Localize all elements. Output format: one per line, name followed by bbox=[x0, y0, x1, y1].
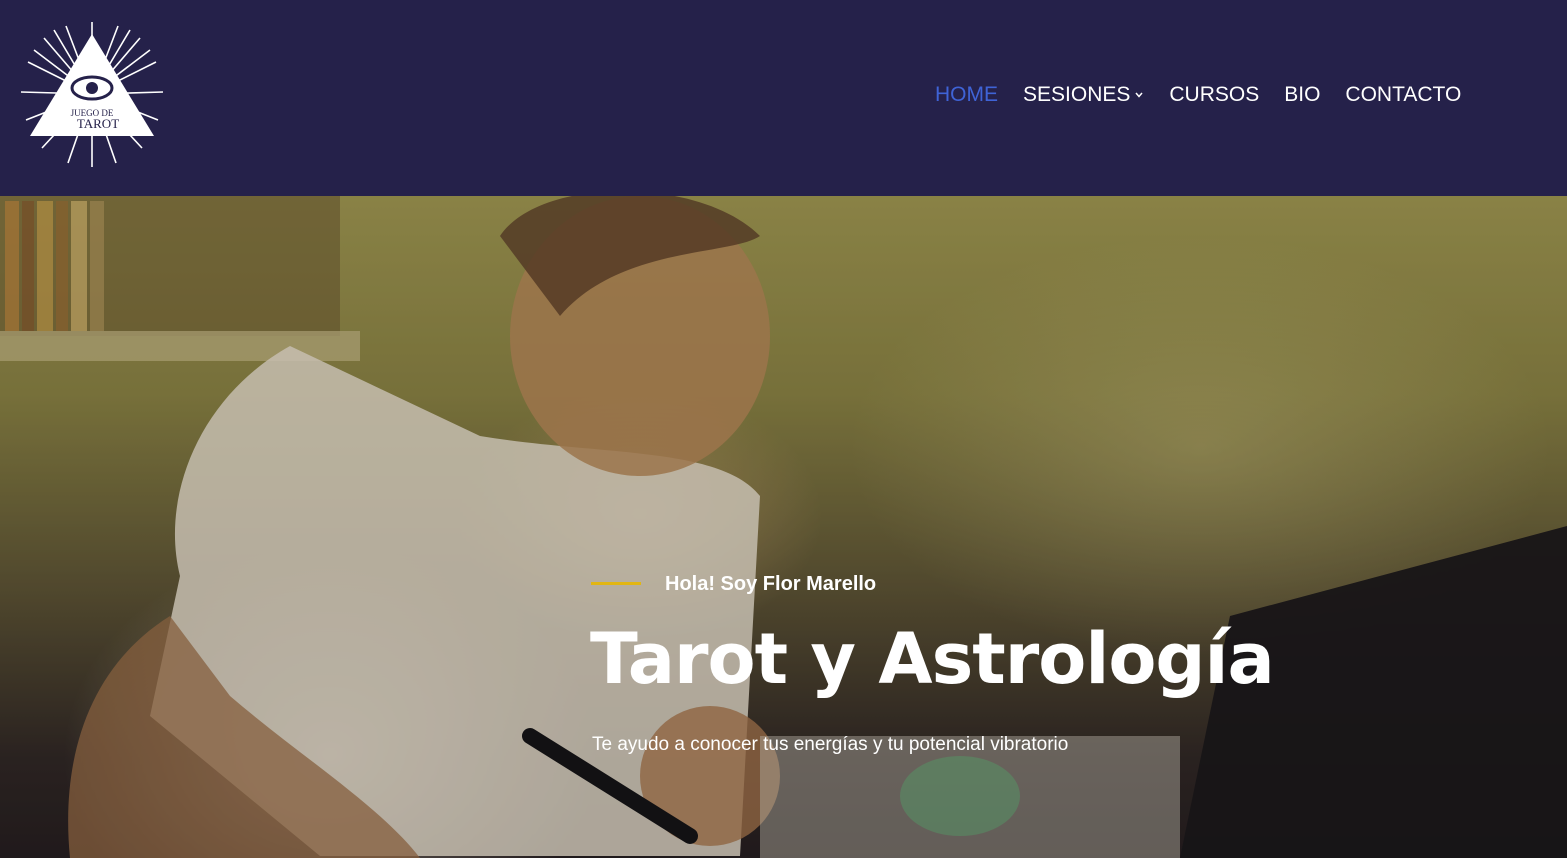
chevron-down-icon bbox=[1135, 92, 1143, 98]
nav-sesiones[interactable]: SESIONES bbox=[1023, 83, 1144, 107]
hero-subtitle: Te ayudo a conocer tus energías y tu pot… bbox=[592, 734, 1069, 755]
nav-home[interactable]: HOME bbox=[935, 83, 998, 107]
hero-background-photo bbox=[0, 196, 1567, 858]
hero-kicker: Hola! Soy Flor Marello bbox=[665, 573, 877, 595]
nav-bio-label: BIO bbox=[1284, 83, 1321, 106]
site-header: JUEGO DE TAROT HOME SESIONES CURSOS BIO … bbox=[0, 0, 1567, 196]
sunburst-eye-logo-icon: JUEGO DE TAROT bbox=[20, 22, 164, 167]
nav-contacto[interactable]: CONTACTO bbox=[1345, 83, 1461, 107]
nav-cursos[interactable]: CURSOS bbox=[1169, 83, 1259, 107]
nav-sesiones-label: SESIONES bbox=[1023, 83, 1131, 106]
nav-contacto-label: CONTACTO bbox=[1345, 83, 1462, 106]
main-nav: HOME SESIONES CURSOS BIO CONTACTO bbox=[935, 83, 1486, 107]
nav-home-label: HOME bbox=[935, 83, 998, 106]
nav-bio[interactable]: BIO bbox=[1284, 83, 1320, 107]
hero-section: Hola! Soy Flor Marello Tarot y Astrologí… bbox=[0, 196, 1567, 858]
hero-title: Tarot y Astrología bbox=[590, 618, 1275, 700]
site-logo[interactable]: JUEGO DE TAROT bbox=[20, 20, 165, 168]
kicker-accent-line bbox=[591, 582, 641, 585]
nav-cursos-label: CURSOS bbox=[1169, 83, 1260, 106]
logo-line2: TAROT bbox=[77, 116, 119, 131]
